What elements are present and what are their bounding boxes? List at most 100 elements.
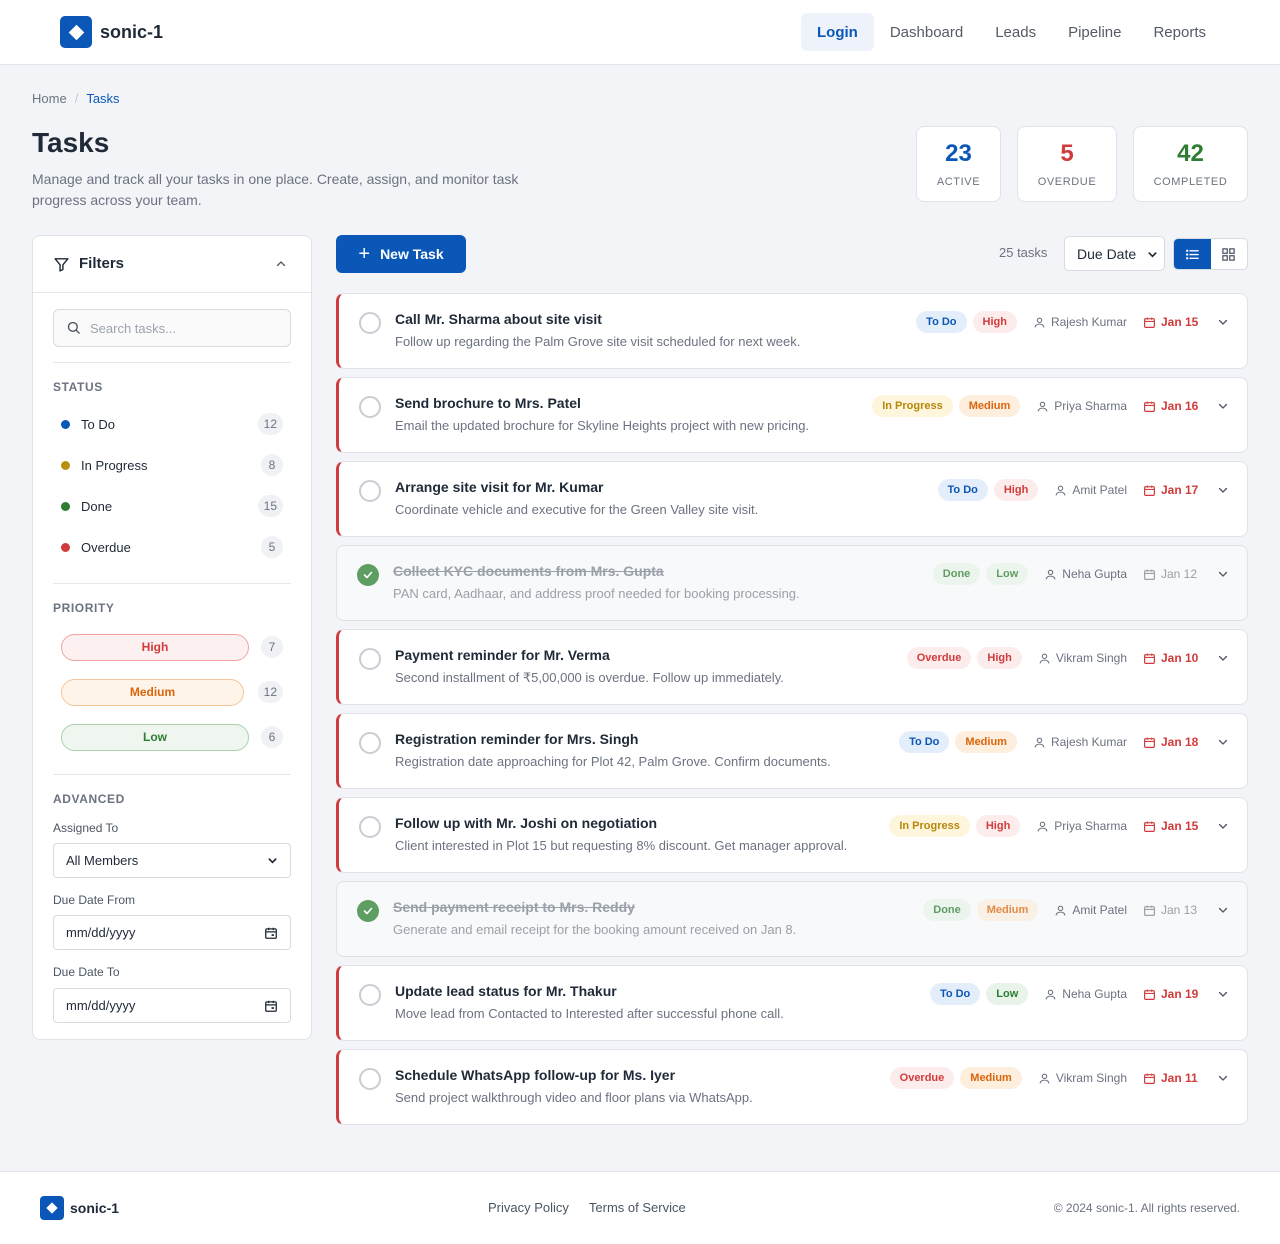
footer-brand[interactable]: sonic-1: [40, 1196, 119, 1220]
breadcrumb-separator: /: [74, 91, 79, 106]
task-title[interactable]: Call Mr. Sharma about site visit: [395, 311, 602, 327]
task-title[interactable]: Arrange site visit for Mr. Kumar: [395, 479, 604, 495]
task-card[interactable]: Registration reminder for Mrs. Singh Regi…: [336, 713, 1248, 789]
status-badge: Done: [923, 899, 971, 921]
brand[interactable]: sonic-1: [60, 16, 163, 48]
task-complete-checkbox[interactable]: [357, 900, 379, 922]
due-date-value: Jan 18: [1161, 735, 1199, 749]
expand-task-button[interactable]: [1217, 484, 1229, 496]
status-badge: Done: [932, 563, 981, 585]
expand-task-button[interactable]: [1217, 820, 1229, 832]
task-complete-checkbox[interactable]: [359, 984, 381, 1006]
nav-login[interactable]: Login: [801, 13, 874, 51]
footer: sonic-1 Privacy Policy Terms of Service …: [0, 1171, 1280, 1244]
divider: [53, 774, 291, 775]
calendar-icon[interactable]: [264, 926, 278, 940]
nav-pipeline[interactable]: Pipeline: [1052, 13, 1137, 51]
user-icon: [1039, 1073, 1050, 1083]
chevron-up-icon[interactable]: [275, 258, 287, 270]
assigned-to-value: All Members: [66, 853, 139, 868]
expand-task-button[interactable]: [1217, 316, 1229, 328]
task-title[interactable]: Send brochure to Mrs. Patel: [395, 395, 581, 411]
search-input[interactable]: [90, 318, 280, 338]
grid-view-button[interactable]: [1211, 239, 1248, 269]
task-title[interactable]: Schedule WhatsApp follow-up for Ms. Iyer: [395, 1067, 675, 1083]
terms-of-service-link[interactable]: Terms of Service: [589, 1200, 686, 1215]
calendar-icon[interactable]: [264, 999, 278, 1013]
assignee-name: Rajesh Kumar: [1050, 315, 1127, 329]
task-title[interactable]: Collect KYC documents from Mrs. Gupta: [393, 563, 664, 579]
new-task-button[interactable]: + New Task: [336, 235, 466, 273]
task-complete-checkbox[interactable]: [359, 1068, 381, 1090]
top-navbar: sonic-1 Login Dashboard Leads Pipeline R…: [0, 0, 1280, 65]
status-filter-done[interactable]: Done 15: [53, 490, 291, 522]
task-card[interactable]: Send payment receipt to Mrs. Reddy Genera…: [336, 881, 1248, 957]
task-card[interactable]: Call Mr. Sharma about site visit Follow u…: [336, 293, 1248, 369]
status-filter-todo[interactable]: To Do 12: [53, 408, 291, 440]
task-card[interactable]: Schedule WhatsApp follow-up for Ms. Iyer…: [336, 1049, 1248, 1125]
copyright: © 2024 sonic-1. All rights reserved.: [1053, 1201, 1240, 1215]
priority-filter-low: Low 6: [61, 723, 283, 751]
expand-task-button[interactable]: [1217, 652, 1229, 664]
task-assignee: Amit Patel: [1054, 903, 1127, 917]
task-complete-checkbox[interactable]: [359, 648, 381, 670]
status-badge: To Do: [937, 479, 988, 501]
task-card[interactable]: Arrange site visit for Mr. Kumar Coordina…: [336, 461, 1248, 537]
task-complete-checkbox[interactable]: [359, 732, 381, 754]
due-to-input[interactable]: mm/dd/yyyy: [53, 988, 291, 1023]
task-title[interactable]: Registration reminder for Mrs. Singh: [395, 731, 638, 747]
task-title[interactable]: Payment reminder for Mr. Verma: [395, 647, 610, 663]
task-due-date: Jan 15: [1143, 315, 1199, 329]
task-meta: To Do High Amit Patel Jan 17: [932, 478, 1229, 502]
filters-header[interactable]: Filters: [33, 236, 311, 293]
due-date-value: Jan 15: [1161, 819, 1199, 833]
task-assignee: Vikram Singh: [1038, 651, 1127, 665]
task-title[interactable]: Update lead status for Mr. Thakur: [395, 983, 617, 999]
expand-task-button[interactable]: [1217, 736, 1229, 748]
calendar-icon: [1144, 317, 1155, 328]
nav-dashboard[interactable]: Dashboard: [874, 13, 979, 51]
task-card[interactable]: Payment reminder for Mr. Verma Second ins…: [336, 629, 1248, 705]
task-title[interactable]: Send payment receipt to Mrs. Reddy: [393, 899, 635, 915]
task-complete-checkbox[interactable]: [359, 396, 381, 418]
task-title[interactable]: Follow up with Mr. Joshi on negotiation: [395, 815, 657, 831]
calendar-icon: [1144, 737, 1155, 748]
expand-task-button[interactable]: [1217, 988, 1229, 1000]
expand-task-button[interactable]: [1217, 904, 1229, 916]
task-card[interactable]: Send brochure to Mrs. Patel Email the upd…: [336, 377, 1248, 453]
due-to-value: mm/dd/yyyy: [66, 998, 136, 1013]
breadcrumb-home[interactable]: Home: [32, 91, 67, 106]
task-complete-checkbox[interactable]: [359, 816, 381, 838]
task-card[interactable]: Update lead status for Mr. Thakur Move le…: [336, 965, 1248, 1041]
sort-select[interactable]: Due Date: [1064, 236, 1165, 271]
stat-active: 23 ACTIVE: [916, 126, 1001, 202]
status-filter-in-progress[interactable]: In Progress 8: [53, 449, 291, 481]
status-count: 15: [257, 495, 283, 517]
task-complete-checkbox[interactable]: [359, 480, 381, 502]
task-card[interactable]: Collect KYC documents from Mrs. Gupta PAN…: [336, 545, 1248, 621]
priority-pill-low[interactable]: Low: [61, 723, 249, 751]
priority-count: 6: [261, 726, 283, 748]
nav-reports[interactable]: Reports: [1137, 13, 1222, 51]
stat-completed-value: 42: [1177, 140, 1204, 167]
assigned-to-select[interactable]: All Members: [53, 843, 291, 878]
nav-leads[interactable]: Leads: [979, 13, 1052, 51]
expand-task-button[interactable]: [1217, 568, 1229, 580]
due-from-input[interactable]: mm/dd/yyyy: [53, 915, 291, 950]
status-section-label: STATUS: [53, 380, 103, 394]
list-view-button[interactable]: [1174, 239, 1211, 269]
task-complete-checkbox[interactable]: [359, 312, 381, 334]
status-badge: To Do: [916, 311, 967, 333]
priority-pill-medium[interactable]: Medium: [61, 678, 244, 706]
task-meta: To Do Medium Rajesh Kumar Jan 18: [893, 730, 1229, 754]
due-date-value: Jan 13: [1161, 903, 1198, 917]
expand-task-button[interactable]: [1217, 1072, 1229, 1084]
advanced-section-label: ADVANCED: [53, 792, 125, 806]
status-label: In Progress: [81, 457, 148, 473]
priority-pill-high[interactable]: High: [61, 633, 249, 661]
task-card[interactable]: Follow up with Mr. Joshi on negotiation C…: [336, 797, 1248, 873]
privacy-policy-link[interactable]: Privacy Policy: [488, 1200, 569, 1215]
status-filter-overdue[interactable]: Overdue 5: [53, 531, 291, 563]
expand-task-button[interactable]: [1217, 400, 1229, 412]
task-complete-checkbox[interactable]: [357, 564, 379, 586]
